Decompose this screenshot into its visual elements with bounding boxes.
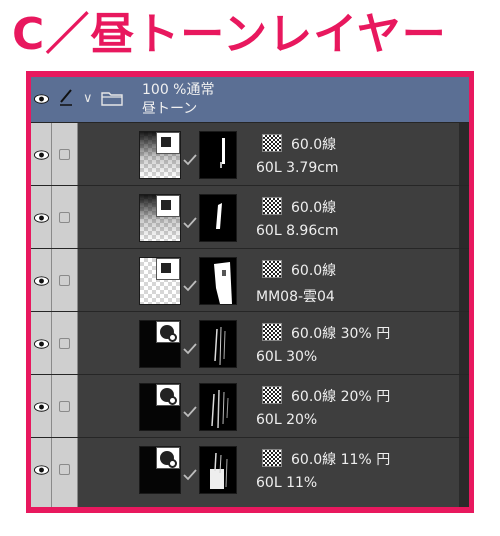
layer-mask (199, 320, 237, 368)
tone-layer-icon (156, 132, 180, 154)
check-icon (183, 280, 197, 292)
tone-setting: 60.0線 (291, 137, 337, 153)
folder-row[interactable]: ∨ 100 %通常 昼トーン (31, 77, 469, 122)
layer-row[interactable]: 60.0線 30% 円 60L 30% (31, 311, 469, 374)
layer-name: 60L 3.79cm (256, 160, 339, 176)
chevron-down-icon[interactable]: ∨ (83, 91, 93, 106)
tone-setting: 60.0線 (291, 200, 337, 216)
layer-name: 60L 20% (256, 412, 318, 428)
tone-layer-icon (156, 321, 180, 343)
tone-setting: 60.0線 11% 円 (291, 452, 391, 468)
layer-name: 60L 30% (256, 349, 318, 365)
tone-layer-icon (156, 384, 180, 406)
layer-row[interactable]: 60.0線 11% 円 60L 11% (31, 437, 469, 500)
eye-icon[interactable] (34, 402, 49, 412)
layer-mask (199, 383, 237, 431)
edit-checkbox[interactable] (59, 338, 70, 349)
layer-mask (199, 194, 237, 242)
screentone-icon (262, 134, 282, 152)
folder-opacity: 100 %通常 (142, 82, 215, 98)
tone-layer-icon (156, 258, 180, 280)
check-icon (183, 406, 197, 418)
edit-checkbox[interactable] (59, 401, 70, 412)
layer-thumbnail (139, 194, 181, 242)
eye-icon[interactable] (34, 94, 49, 104)
tone-setting: 60.0線 20% 円 (291, 389, 391, 405)
edit-checkbox[interactable] (59, 149, 70, 160)
tone-setting: 60.0線 (291, 263, 337, 279)
screentone-icon (262, 386, 282, 404)
edit-checkbox[interactable] (59, 212, 70, 223)
layer-thumbnail (139, 320, 181, 368)
layer-thumbnail (139, 383, 181, 431)
layer-row[interactable]: 60.0線 MM08-雲04 (31, 248, 469, 311)
layer-name: 60L 11% (256, 475, 318, 491)
layer-row[interactable]: 60.0線 20% 円 60L 20% (31, 374, 469, 437)
eye-icon[interactable] (34, 213, 49, 223)
tone-layer-icon (156, 195, 180, 217)
highlight-frame: ∨ 100 %通常 昼トーン 60.0線 60L 3.79cm 60.0線 60… (26, 71, 474, 513)
layer-mask (199, 446, 237, 494)
layer-row[interactable]: 60.0線 60L 8.96cm (31, 185, 469, 248)
edit-checkbox[interactable] (59, 275, 70, 286)
eye-icon[interactable] (34, 465, 49, 475)
check-icon (183, 154, 197, 166)
eye-icon[interactable] (34, 339, 49, 349)
eye-icon[interactable] (34, 276, 49, 286)
folder-name: 昼トーン (142, 101, 198, 117)
screentone-icon (262, 197, 282, 215)
screentone-icon (262, 449, 282, 467)
check-icon (183, 343, 197, 355)
check-icon (183, 469, 197, 481)
page-heading: C／昼トーンレイヤー (12, 9, 447, 60)
layer-thumbnail (139, 257, 181, 305)
check-icon (183, 217, 197, 229)
layer-panel: ∨ 100 %通常 昼トーン 60.0線 60L 3.79cm 60.0線 60… (31, 77, 469, 507)
screentone-icon (262, 260, 282, 278)
layer-name: MM08-雲04 (256, 289, 335, 305)
screentone-icon (262, 323, 282, 341)
eye-icon[interactable] (34, 150, 49, 160)
edit-checkbox[interactable] (59, 464, 70, 475)
tone-setting: 60.0線 30% 円 (291, 326, 391, 342)
folder-icon (101, 92, 123, 106)
pen-icon[interactable] (58, 87, 74, 107)
layer-thumbnail (139, 131, 181, 179)
layer-row[interactable]: 60.0線 60L 3.79cm (31, 122, 469, 185)
layer-mask (199, 131, 237, 179)
layer-mask (199, 257, 237, 305)
tone-layer-icon (156, 447, 180, 469)
layer-thumbnail (139, 446, 181, 494)
layer-name: 60L 8.96cm (256, 223, 339, 239)
